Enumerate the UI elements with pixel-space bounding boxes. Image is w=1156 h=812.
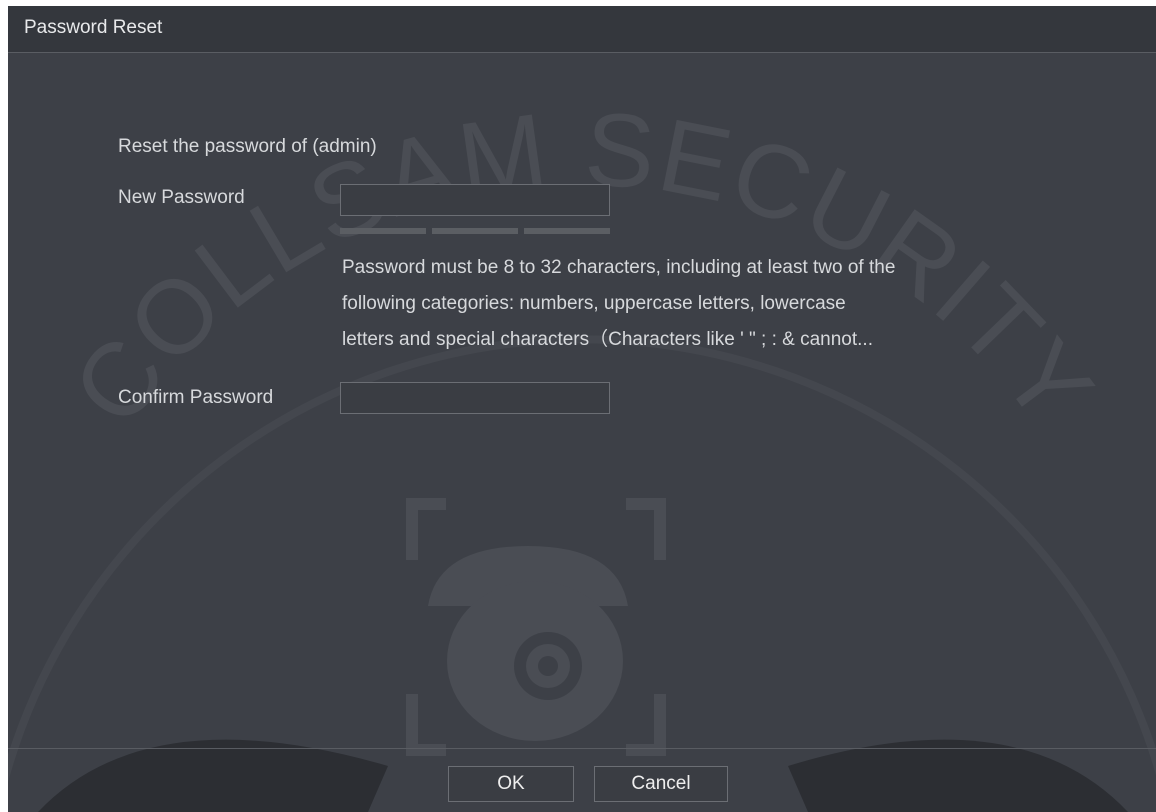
confirm-password-input[interactable] <box>340 382 610 414</box>
new-password-label: New Password <box>118 187 245 208</box>
watermark-left-swoosh <box>38 739 388 812</box>
footer-divider <box>8 748 1156 749</box>
confirm-password-label: Confirm Password <box>118 387 274 408</box>
password-strength-bar <box>340 228 610 234</box>
reset-password-text: Reset the password of (admin) <box>118 136 377 157</box>
new-password-input[interactable] <box>340 184 610 216</box>
dialog-title: Password Reset <box>24 17 163 38</box>
hint-line-2: following categories: numbers, uppercase… <box>342 293 846 314</box>
cancel-button[interactable]: Cancel <box>594 766 728 802</box>
title-bar: Password Reset <box>8 6 1156 53</box>
dome-camera-icon <box>406 498 666 756</box>
hint-line-1: Password must be 8 to 32 characters, inc… <box>342 257 896 278</box>
hint-line-3: letters and special characters（Character… <box>342 329 873 350</box>
strength-segment-weak <box>340 228 426 234</box>
password-reset-dialog: COLLSAM SECURITY Password Reset Reset th… <box>8 6 1156 812</box>
strength-segment-medium <box>432 228 518 234</box>
password-requirements-hint: Password must be 8 to 32 characters, inc… <box>342 250 1062 358</box>
ok-button[interactable]: OK <box>448 766 574 802</box>
watermark-right-swoosh <box>788 739 1128 812</box>
strength-segment-strong <box>524 228 610 234</box>
